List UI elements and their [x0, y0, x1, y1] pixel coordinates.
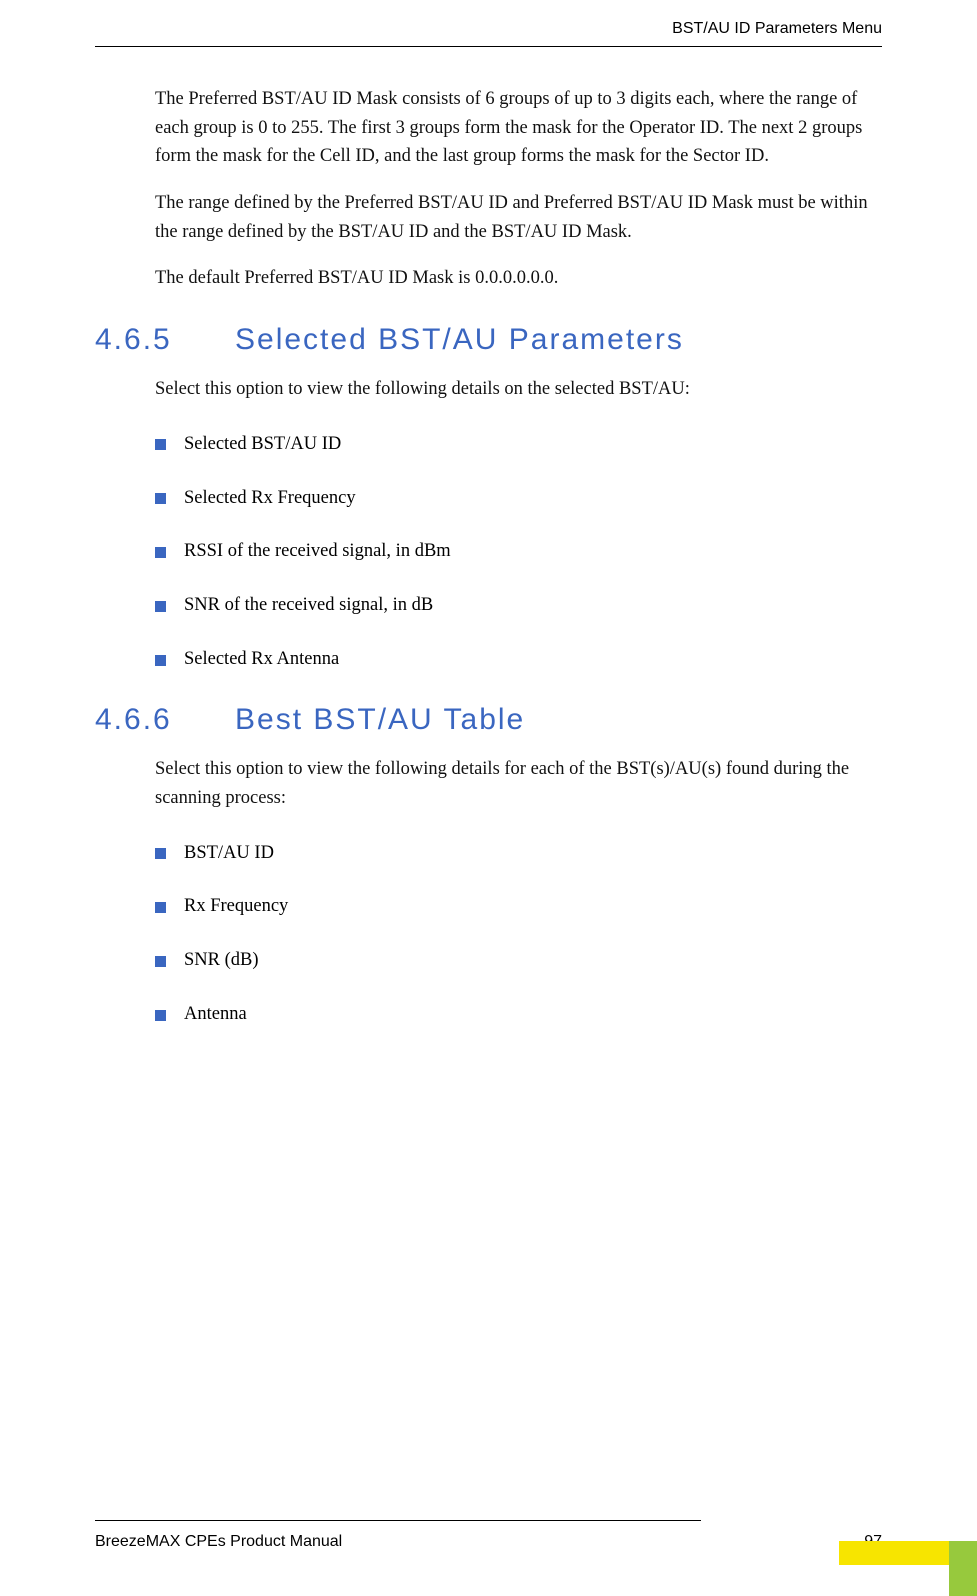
header-title: BST/AU ID Parameters Menu	[672, 20, 882, 37]
list-item: Rx Frequency	[155, 894, 882, 920]
page-footer: BreezeMAX CPEs Product Manual 97	[95, 1520, 882, 1551]
bullet-icon	[155, 547, 166, 558]
list-item: RSSI of the received signal, in dBm	[155, 539, 882, 565]
bullet-icon	[155, 1010, 166, 1021]
bullet-icon	[155, 956, 166, 967]
page-container: BST/AU ID Parameters Menu The Preferred …	[0, 0, 977, 1596]
bullet-icon	[155, 655, 166, 666]
page-content: The Preferred BST/AU ID Mask consists of…	[95, 85, 882, 1028]
footer-row: BreezeMAX CPEs Product Manual 97	[95, 1533, 882, 1551]
list-item: Selected Rx Antenna	[155, 647, 882, 673]
bullet-icon	[155, 902, 166, 913]
section-number: 4.6.5	[95, 323, 235, 357]
intro-paragraph-3: The default Preferred BST/AU ID Mask is …	[155, 264, 882, 293]
bullet-text: Selected Rx Frequency	[184, 486, 356, 512]
footer-rule	[95, 1520, 701, 1521]
intro-paragraph-2: The range defined by the Preferred BST/A…	[155, 189, 882, 246]
list-item: SNR of the received signal, in dB	[155, 593, 882, 619]
section-465-intro: Select this option to view the following…	[155, 375, 882, 404]
bullet-text: Selected BST/AU ID	[184, 432, 341, 458]
bullet-icon	[155, 848, 166, 859]
bullet-text: SNR of the received signal, in dB	[184, 593, 433, 619]
section-title: Selected BST/AU Parameters	[235, 323, 684, 357]
bullet-icon	[155, 601, 166, 612]
list-item: Selected BST/AU ID	[155, 432, 882, 458]
page-header: BST/AU ID Parameters Menu	[95, 0, 882, 47]
section-heading-466: 4.6.6 Best BST/AU Table	[95, 703, 882, 737]
bullet-text: Antenna	[184, 1002, 247, 1028]
bullet-text: SNR (dB)	[184, 948, 259, 974]
intro-paragraph-1: The Preferred BST/AU ID Mask consists of…	[155, 85, 882, 171]
list-item: Antenna	[155, 1002, 882, 1028]
footer-manual-name: BreezeMAX CPEs Product Manual	[95, 1533, 342, 1551]
bullet-icon	[155, 439, 166, 450]
section-number: 4.6.6	[95, 703, 235, 737]
bullet-icon	[155, 493, 166, 504]
corner-decoration	[797, 1541, 977, 1596]
section-title: Best BST/AU Table	[235, 703, 525, 737]
bullet-text: BST/AU ID	[184, 841, 274, 867]
green-strip-icon	[949, 1541, 977, 1596]
list-item: SNR (dB)	[155, 948, 882, 974]
bullet-text: Selected Rx Antenna	[184, 647, 339, 673]
bullet-text: Rx Frequency	[184, 894, 288, 920]
list-item: Selected Rx Frequency	[155, 486, 882, 512]
section-heading-465: 4.6.5 Selected BST/AU Parameters	[95, 323, 882, 357]
list-item: BST/AU ID	[155, 841, 882, 867]
bullet-text: RSSI of the received signal, in dBm	[184, 539, 451, 565]
section-466-intro: Select this option to view the following…	[155, 755, 882, 812]
